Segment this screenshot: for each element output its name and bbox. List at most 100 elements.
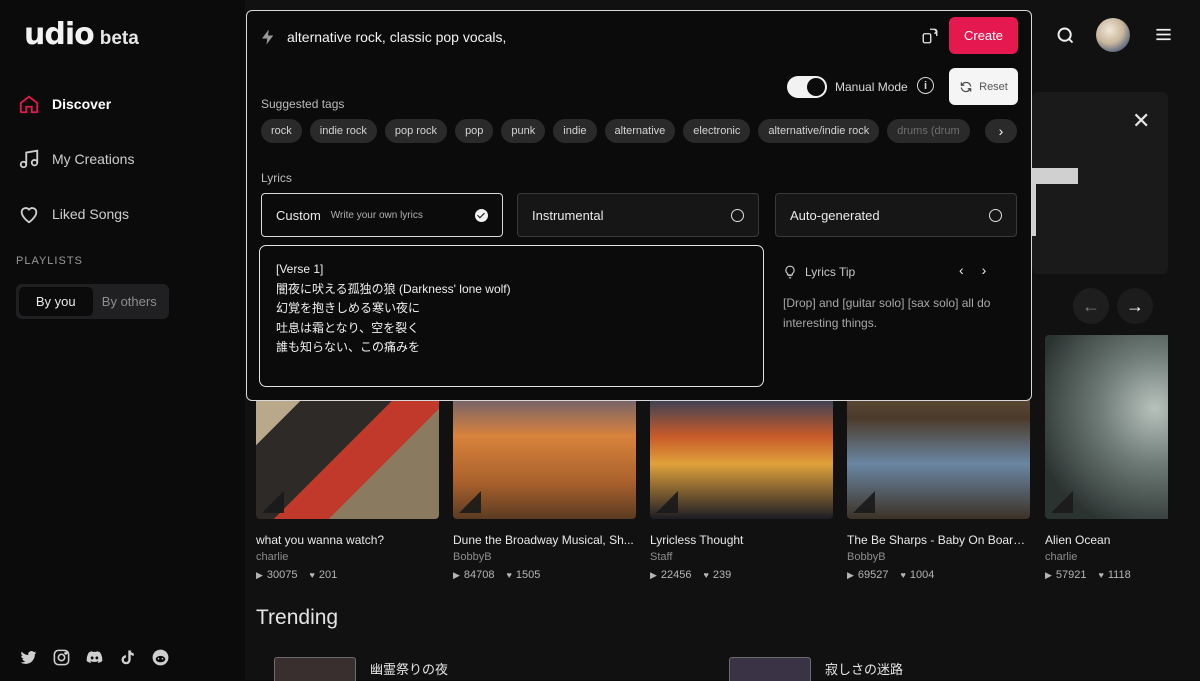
song-title[interactable]: The Be Sharps - Baby On Board,... [847, 533, 1030, 547]
heart-icon: ♥ [900, 570, 906, 580]
play-count: ▶ 22456 [650, 569, 692, 581]
lyrics-textarea[interactable]: [Verse 1] 闇夜に吠える孤独の狼 (Darkness' lone wol… [259, 245, 764, 387]
song-artist[interactable]: charlie [1045, 551, 1168, 563]
sidebar-item-my-creations[interactable]: My Creations [18, 148, 134, 170]
reset-button[interactable]: Reset [949, 68, 1018, 105]
lightning-icon [259, 26, 277, 53]
option-label: Auto-generated [790, 207, 880, 223]
radio-icon [731, 209, 744, 222]
close-icon[interactable]: ✕ [1132, 108, 1150, 134]
option-label: Custom [276, 207, 321, 223]
song-cover [1045, 335, 1168, 519]
play-count: ▶ 84708 [453, 569, 495, 581]
like-count: ♥ 1004 [900, 569, 935, 581]
trending-heading: Trending [256, 606, 339, 629]
search-icon[interactable] [1055, 25, 1076, 51]
tag-chip[interactable]: drums (drum [887, 119, 970, 143]
tag-chip[interactable]: alternative [604, 119, 676, 143]
like-count: ♥ 201 [309, 569, 338, 581]
banner-graphic [1032, 184, 1036, 236]
play-icon: ▶ [847, 570, 854, 580]
tag-chip[interactable]: indie rock [309, 119, 377, 143]
sidebar-item-discover[interactable]: Discover [18, 93, 111, 115]
tag-chip[interactable]: electronic [683, 119, 751, 143]
instagram-icon[interactable] [52, 648, 71, 667]
play-icon: ▶ [1045, 570, 1052, 580]
lyrics-heading: Lyrics [261, 171, 292, 185]
discord-icon[interactable] [85, 648, 104, 667]
chevron-left-icon[interactable]: ‹ [959, 262, 964, 278]
song-title[interactable]: what you wanna watch? [256, 533, 439, 547]
trending-item[interactable]: 幽霊祭りの夜 [274, 657, 448, 681]
arrow-left-icon[interactable]: ← [1073, 288, 1109, 324]
song-card[interactable]: Alien Ocean charlie ▶ 57921 ♥ 1118 [1045, 335, 1168, 581]
song-artist[interactable]: BobbyB [847, 551, 1030, 563]
social-links [19, 648, 170, 667]
tip-navigation: ‹ › [959, 262, 986, 278]
prompt-input[interactable]: alternative rock, classic pop vocals, [287, 29, 506, 45]
option-label: Instrumental [532, 207, 604, 223]
arrow-right-icon[interactable]: → [1117, 288, 1153, 324]
song-title[interactable]: Dune the Broadway Musical, Sh... [453, 533, 636, 547]
home-icon [19, 95, 39, 114]
hamburger-menu-icon[interactable] [1154, 25, 1173, 49]
avatar[interactable] [1096, 18, 1130, 52]
song-artist[interactable]: charlie [256, 551, 439, 563]
sidebar-item-liked-songs[interactable]: Liked Songs [18, 203, 129, 225]
heart-icon [20, 207, 38, 224]
heart-icon: ♥ [703, 570, 709, 580]
playlists-heading: PLAYLISTS [16, 255, 83, 267]
info-icon[interactable]: i [917, 77, 934, 94]
logo-wordmark: udio [24, 17, 95, 52]
tag-chip[interactable]: pop rock [384, 119, 448, 143]
manual-mode-label: Manual Mode [835, 80, 908, 94]
tag-chip[interactable]: indie [553, 119, 597, 143]
manual-mode-toggle[interactable] [787, 76, 827, 98]
like-count: ♥ 1118 [1098, 569, 1131, 581]
udio-logo[interactable]: udio beta [24, 18, 139, 52]
like-count: ♥ 1505 [506, 569, 541, 581]
trending-title[interactable]: 幽霊祭りの夜 [370, 659, 448, 678]
playlist-tab-by-you[interactable]: By you [19, 287, 93, 316]
twitter-icon[interactable] [19, 648, 38, 667]
reset-label: Reset [979, 80, 1008, 93]
logo-beta-label: beta [99, 28, 139, 49]
lyrics-option-instrumental[interactable]: Instrumental [517, 193, 759, 237]
lyrics-option-custom[interactable]: Custom Write your own lyrics [261, 193, 503, 237]
trending-item[interactable]: 寂しさの迷路 [729, 657, 903, 681]
tag-chip[interactable]: alternative/indie rock [758, 119, 880, 143]
banner-graphic [1032, 168, 1078, 184]
check-circle-icon [475, 209, 488, 222]
tiktok-icon[interactable] [118, 648, 137, 667]
suggested-tags: rock indie rock pop rock pop punk indie … [261, 119, 1005, 143]
toggle-knob [807, 78, 825, 96]
tip-title: Lyrics Tip [805, 265, 856, 279]
trending-thumbnail [274, 657, 356, 681]
sidebar-item-label: Discover [52, 96, 112, 112]
play-count: ▶ 57921 [1045, 569, 1087, 581]
song-stats: ▶ 22456 ♥ 239 [650, 569, 833, 581]
play-count: ▶ 30075 [256, 569, 298, 581]
play-count: ▶ 69527 [847, 569, 889, 581]
shuffle-icon[interactable] [921, 27, 939, 50]
reddit-icon[interactable] [151, 648, 170, 667]
trending-title[interactable]: 寂しさの迷路 [825, 659, 903, 678]
song-title[interactable]: Lyricless Thought [650, 533, 833, 547]
song-title[interactable]: Alien Ocean [1045, 533, 1168, 547]
song-stats: ▶ 30075 ♥ 201 [256, 569, 439, 581]
heart-icon: ♥ [309, 570, 315, 580]
song-artist[interactable]: BobbyB [453, 551, 636, 563]
tag-chip[interactable]: pop [455, 119, 494, 143]
chevron-right-icon[interactable]: › [982, 262, 987, 278]
playlist-tab-by-others[interactable]: By others [93, 287, 167, 316]
lightbulb-icon [785, 265, 795, 279]
chevron-right-icon[interactable]: › [985, 119, 1017, 143]
song-artist[interactable]: Staff [650, 551, 833, 563]
create-panel: alternative rock, classic pop vocals, Cr… [246, 10, 1032, 401]
create-button[interactable]: Create [949, 17, 1018, 54]
music-note-icon [19, 149, 39, 169]
tag-chip[interactable]: rock [261, 119, 302, 143]
lyrics-option-auto-generated[interactable]: Auto-generated [775, 193, 1017, 237]
tag-chip[interactable]: punk [501, 119, 546, 143]
heart-icon: ♥ [506, 570, 512, 580]
